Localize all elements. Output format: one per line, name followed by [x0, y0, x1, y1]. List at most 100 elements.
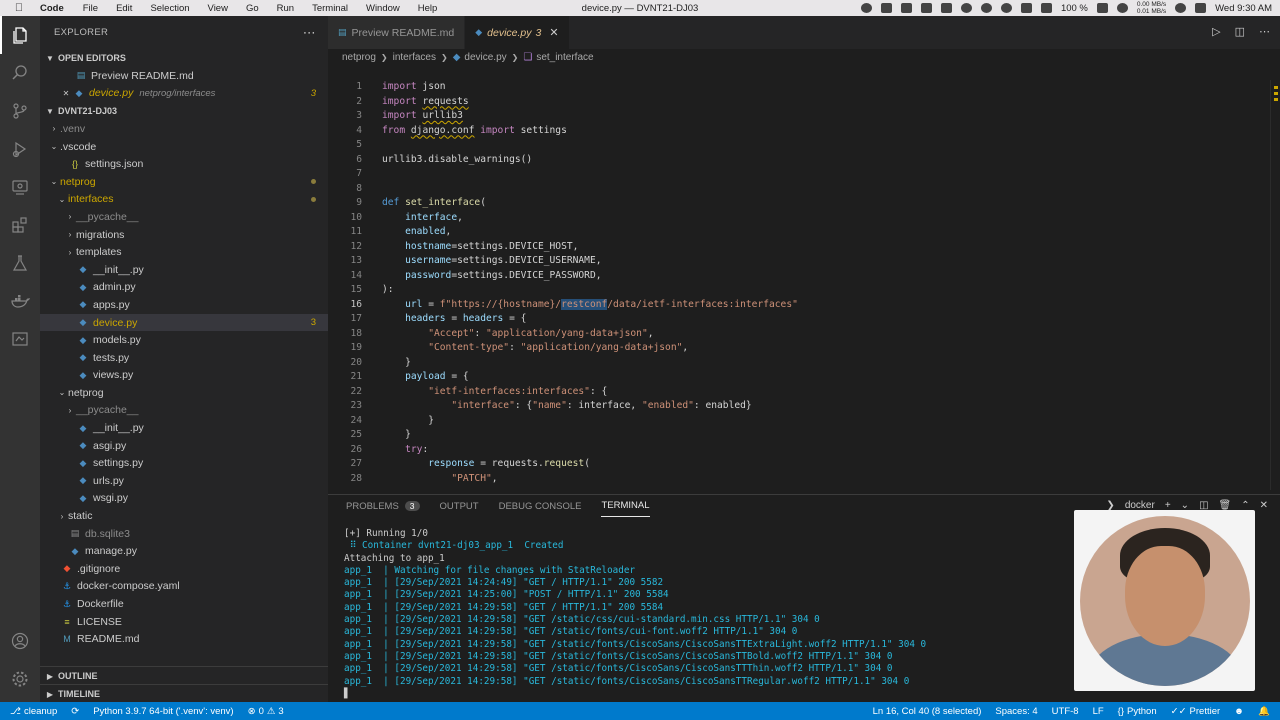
code-line[interactable]: 20 } — [328, 356, 1280, 371]
code-line[interactable]: 27 response = requests.request( — [328, 457, 1280, 472]
record-icon[interactable] — [860, 3, 872, 13]
run-icon[interactable]: ▷ — [1212, 25, 1220, 38]
tree-file[interactable]: ◆ tests.py — [40, 349, 328, 367]
search-icon[interactable] — [0, 54, 40, 92]
tree-file[interactable]: ◆ views.py — [40, 367, 328, 385]
open-editor-item[interactable]: ✕ ◆ device.py netprog/interfaces 3 — [40, 85, 328, 103]
tree-file[interactable]: ◆ __init__.py — [40, 261, 328, 279]
breadcrumb-symbol[interactable]: set_interface — [536, 52, 593, 63]
outline-header[interactable]: ▶ OUTLINE — [40, 666, 328, 685]
code-line[interactable]: 12 hostname=settings.DEVICE_HOST, — [328, 240, 1280, 255]
account-icon[interactable] — [0, 622, 40, 660]
tab-debug-console[interactable]: DEBUG CONSOLE — [499, 495, 582, 517]
code-line[interactable]: 15): — [328, 283, 1280, 298]
tab-terminal[interactable]: TERMINAL — [601, 495, 650, 517]
bluetooth-icon[interactable] — [1040, 3, 1052, 13]
menu-run[interactable]: Run — [277, 3, 294, 14]
manage-gear-icon[interactable] — [0, 660, 40, 698]
overview-ruler[interactable] — [1270, 80, 1280, 490]
tree-folder[interactable]: › static — [40, 507, 328, 525]
globe-icon[interactable] — [960, 3, 972, 13]
screencast-icon[interactable] — [0, 320, 40, 358]
files-icon[interactable] — [0, 16, 40, 54]
tree-file[interactable]: ◆ device.py 3 — [40, 313, 328, 332]
code-line[interactable]: 9 def set_interface( — [328, 196, 1280, 211]
more-actions-icon[interactable]: ⋯ — [303, 25, 316, 41]
menu-terminal[interactable]: Terminal — [312, 3, 348, 14]
screen-icon[interactable] — [900, 3, 912, 13]
code-line[interactable]: 23 "interface": {"name": interface, "ena… — [328, 399, 1280, 414]
app-menu[interactable]: Code — [40, 3, 64, 14]
python-interpreter[interactable]: Python 3.9.7 64-bit ('.venv': venv) — [93, 706, 233, 717]
docker-icon[interactable] — [0, 282, 40, 320]
grid-icon[interactable] — [940, 3, 952, 13]
tree-file[interactable]: ◆ apps.py — [40, 296, 328, 314]
line-ending[interactable]: LF — [1093, 706, 1104, 717]
tree-file[interactable]: ◆ .gitignore — [40, 560, 328, 578]
apple-menu-icon[interactable]:  — [10, 2, 28, 14]
timeline-header[interactable]: ▶ TIMELINE — [40, 684, 328, 703]
menu-file[interactable]: File — [83, 3, 98, 14]
code-line[interactable]: 11 enabled, — [328, 225, 1280, 240]
volume-icon[interactable] — [1020, 3, 1032, 13]
gear-icon[interactable] — [1000, 3, 1012, 13]
wifi-icon[interactable] — [1116, 3, 1128, 13]
menu-selection[interactable]: Selection — [150, 3, 189, 14]
code-line[interactable]: 13 username=settings.DEVICE_USERNAME, — [328, 254, 1280, 269]
code-line[interactable]: 16 url = f"https://{hostname}/restconf/d… — [328, 298, 1280, 313]
indentation[interactable]: Spaces: 4 — [995, 706, 1037, 717]
code-line[interactable]: 4 from django.conf import settings — [328, 124, 1280, 139]
tree-file[interactable]: ⚓ Dockerfile — [40, 595, 328, 613]
tab-problems[interactable]: PROBLEMS 3 — [346, 495, 420, 517]
code-line[interactable]: 22 "ietf-interfaces:interfaces": { — [328, 385, 1280, 400]
terminal-output[interactable]: [+] Running 1/0 ⠿ Container dvnt21-dj03_… — [344, 528, 926, 700]
prettier-status[interactable]: ✓✓ Prettier — [1171, 706, 1221, 717]
language-mode[interactable]: {} Python — [1118, 706, 1157, 717]
tab-output[interactable]: OUTPUT — [440, 495, 479, 517]
code-editor[interactable]: 1 import json 2 import requests 3 import urll… — [328, 80, 1280, 490]
tree-file[interactable]: ◆ manage.py — [40, 542, 328, 560]
code-line[interactable]: 5 — [328, 138, 1280, 153]
control-center-icon[interactable] — [1195, 3, 1207, 13]
workspace-header[interactable]: ▼ DVNT21-DJ03 — [40, 102, 328, 120]
run-debug-icon[interactable] — [0, 130, 40, 168]
tab-preview-readme[interactable]: ▤ Preview README.md — [328, 16, 466, 49]
menu-edit[interactable]: Edit — [116, 3, 132, 14]
remote-indicator[interactable]: ⎇ cleanup — [10, 706, 57, 717]
tree-file[interactable]: {} settings.json — [40, 155, 328, 173]
tree-file[interactable]: ◆ wsgi.py — [40, 490, 328, 508]
code-line[interactable]: 7 — [328, 167, 1280, 182]
menu-go[interactable]: Go — [246, 3, 259, 14]
tree-folder[interactable]: › .venv — [40, 120, 328, 138]
tab-device-py[interactable]: ◆ device.py 3 ✕ — [465, 16, 570, 49]
tree-file[interactable]: ◆ urls.py — [40, 472, 328, 490]
code-line[interactable]: 25 } — [328, 428, 1280, 443]
code-line[interactable]: 18 "Accept": "application/yang-data+json… — [328, 327, 1280, 342]
tree-file[interactable]: ⚓ docker-compose.yaml — [40, 578, 328, 596]
code-line[interactable]: 17 headers = headers = { — [328, 312, 1280, 327]
tree-file[interactable]: ≡ LICENSE — [40, 613, 328, 631]
remote-explorer-icon[interactable] — [0, 168, 40, 206]
close-icon[interactable]: ✕ — [1260, 500, 1268, 511]
tree-file[interactable]: ◆ admin.py — [40, 279, 328, 297]
code-line[interactable]: 2 import requests — [328, 95, 1280, 110]
tree-file[interactable]: M README.md — [40, 630, 328, 648]
clock[interactable]: Wed 9:30 AM — [1215, 3, 1272, 14]
tree-file[interactable]: ◆ settings.py — [40, 454, 328, 472]
open-editor-item[interactable]: ▤ Preview README.md — [40, 67, 328, 85]
encoding[interactable]: UTF-8 — [1052, 706, 1079, 717]
code-line[interactable]: 6 urllib3.disable_warnings() — [328, 153, 1280, 168]
open-editors-header[interactable]: ▼ OPEN EDITORS — [40, 49, 328, 67]
docker-icon[interactable] — [880, 3, 892, 13]
code-line[interactable]: 10 interface, — [328, 211, 1280, 226]
menu-help[interactable]: Help — [418, 3, 438, 14]
sync-icon[interactable]: ⟳ — [71, 706, 79, 717]
code-line[interactable]: 28 "PATCH", — [328, 472, 1280, 487]
cloud-icon[interactable] — [980, 3, 992, 13]
code-line[interactable]: 1 import json — [328, 80, 1280, 95]
cursor-position[interactable]: Ln 16, Col 40 (8 selected) — [873, 706, 982, 717]
tree-folder[interactable]: › __pycache__ — [40, 402, 328, 420]
tree-folder[interactable]: › __pycache__ — [40, 208, 328, 226]
tree-file[interactable]: ▤ db.sqlite3 — [40, 525, 328, 543]
search-icon[interactable] — [1175, 3, 1187, 13]
